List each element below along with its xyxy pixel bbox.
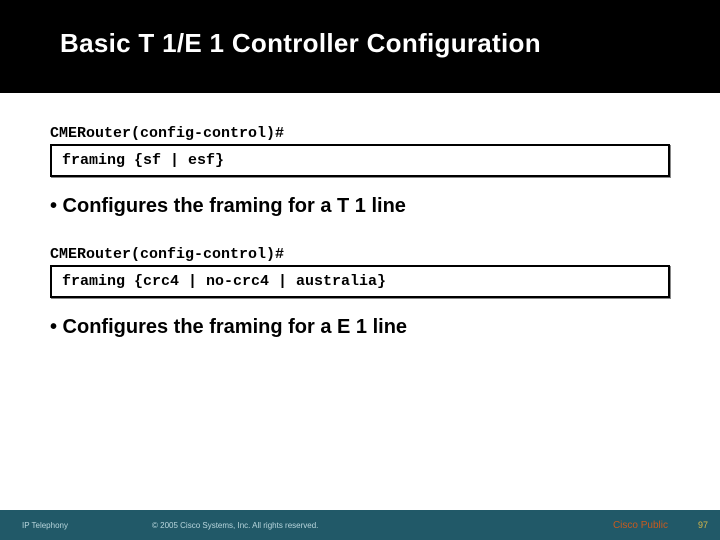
footer-right: Cisco Public [613, 520, 698, 531]
content-area: CMERouter(config-control)# framing {sf |… [0, 93, 720, 339]
code-text-1: framing {sf | esf} [62, 152, 224, 169]
footer-copyright: © 2005 Cisco Systems, Inc. All rights re… [152, 521, 613, 530]
top-accent [652, 0, 720, 36]
code-box-2: framing {crc4 | no-crc4 | australia} [50, 265, 670, 298]
cli-prompt-2: CMERouter(config-control)# [50, 246, 670, 263]
bullet-2: • Configures the framing for a E 1 line [50, 316, 670, 339]
code-box-1: framing {sf | esf} [50, 144, 670, 177]
page-number: 97 [698, 520, 708, 530]
footer-left: IP Telephony [22, 521, 152, 530]
code-text-2: framing {crc4 | no-crc4 | australia} [62, 273, 386, 290]
bullet-1: • Configures the framing for a T 1 line [50, 195, 670, 218]
slide-title: Basic T 1/E 1 Controller Configuration [0, 0, 720, 93]
footer-bar: IP Telephony © 2005 Cisco Systems, Inc. … [0, 510, 720, 540]
slide: Basic T 1/E 1 Controller Configuration C… [0, 0, 720, 540]
cli-prompt-1: CMERouter(config-control)# [50, 125, 670, 142]
